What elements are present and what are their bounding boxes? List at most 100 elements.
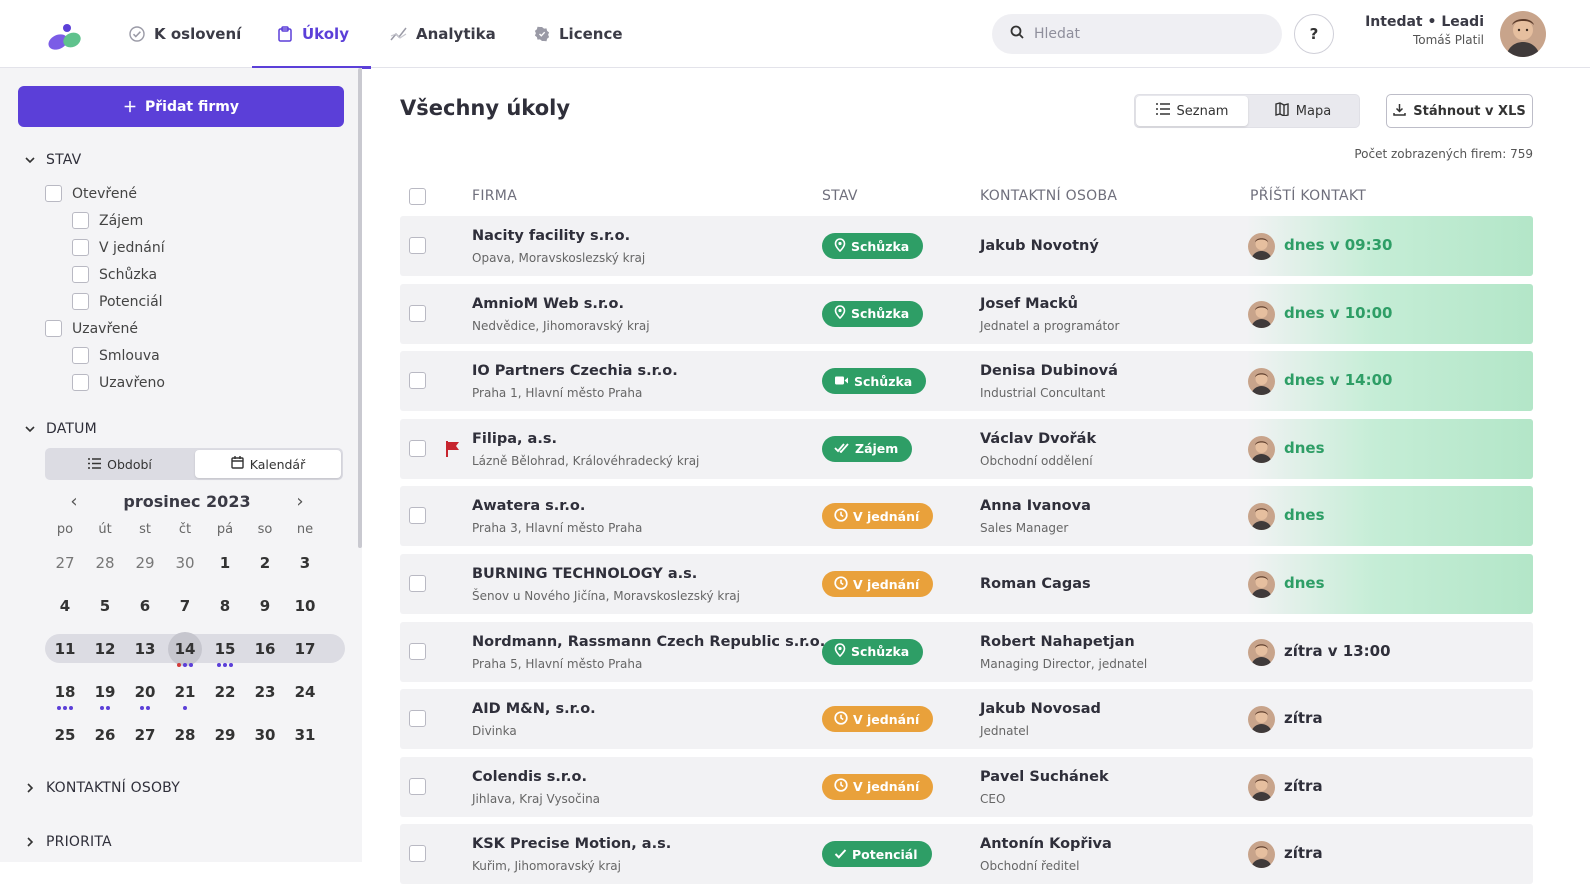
- calendar-day[interactable]: 3: [285, 554, 325, 572]
- search-box[interactable]: [992, 14, 1282, 54]
- row-checkbox[interactable]: [409, 507, 426, 525]
- avatar[interactable]: [1500, 11, 1546, 57]
- contact-name[interactable]: Jakub Novotný: [980, 238, 1099, 254]
- app-logo-icon[interactable]: [46, 22, 84, 50]
- search-input[interactable]: [1034, 26, 1264, 42]
- calendar-day[interactable]: 30: [165, 554, 205, 572]
- filter-uzavrene[interactable]: Uzavřené: [45, 320, 138, 337]
- help-button[interactable]: ?: [1294, 14, 1334, 54]
- calendar-day[interactable]: 29: [125, 554, 165, 572]
- firm-name[interactable]: Awatera s.r.o.: [472, 498, 585, 514]
- table-row[interactable]: KSK Precise Motion, a.s. Kuřim, Jihomorav…: [400, 824, 1533, 885]
- checkbox[interactable]: [45, 320, 62, 337]
- calendar-day[interactable]: 1: [205, 554, 245, 572]
- chevron-left-icon[interactable]: ‹: [64, 491, 84, 512]
- filter-v-jednani[interactable]: V jednání: [72, 239, 165, 256]
- sidebar-scrollbar[interactable]: [358, 68, 362, 548]
- view-map-button[interactable]: Mapa: [1248, 96, 1358, 126]
- checkbox[interactable]: [72, 347, 89, 364]
- firm-name[interactable]: Filipa, a.s.: [472, 431, 557, 447]
- filter-zajem[interactable]: Zájem: [72, 212, 143, 229]
- calendar-day[interactable]: 16: [245, 640, 285, 658]
- calendar-day[interactable]: 20: [125, 683, 165, 710]
- row-checkbox[interactable]: [409, 845, 426, 863]
- calendar-day[interactable]: 31: [285, 726, 325, 744]
- nav-k-osloveni[interactable]: K oslovení: [128, 0, 241, 68]
- checkbox[interactable]: [45, 185, 62, 202]
- row-checkbox[interactable]: [409, 439, 426, 457]
- checkbox[interactable]: [72, 374, 89, 391]
- firm-name[interactable]: IO Partners Czechia s.r.o.: [472, 363, 678, 379]
- calendar-day[interactable]: 7: [165, 597, 205, 615]
- firm-name[interactable]: Colendis s.r.o.: [472, 769, 587, 785]
- nav-ukoly[interactable]: Úkoly: [252, 0, 371, 69]
- calendar-day[interactable]: 6: [125, 597, 165, 615]
- firm-name[interactable]: AmnioM Web s.r.o.: [472, 296, 624, 312]
- firm-name[interactable]: KSK Precise Motion, a.s.: [472, 836, 671, 852]
- firm-name[interactable]: BURNING TECHNOLOGY a.s.: [472, 566, 697, 582]
- calendar-day[interactable]: 19: [85, 683, 125, 710]
- period-tab[interactable]: Období: [47, 450, 193, 478]
- contact-name[interactable]: Antonín Kopřiva: [980, 836, 1112, 852]
- calendar-day[interactable]: 11: [45, 640, 85, 658]
- contact-name[interactable]: Anna Ivanova: [980, 498, 1091, 514]
- calendar-day[interactable]: 26: [85, 726, 125, 744]
- row-checkbox[interactable]: [409, 237, 426, 254]
- contact-name[interactable]: Robert Nahapetjan: [980, 634, 1135, 650]
- checkbox[interactable]: [72, 239, 89, 256]
- user-info[interactable]: Intedat • Leadi Tomáš Platil: [1365, 14, 1484, 47]
- checkbox[interactable]: [72, 293, 89, 310]
- checkbox[interactable]: [72, 212, 89, 229]
- table-row[interactable]: Nordmann, Rassmann Czech Republic s.r.o.…: [400, 621, 1533, 682]
- calendar-day[interactable]: 21: [165, 683, 205, 710]
- calendar-day[interactable]: 27: [125, 726, 165, 744]
- table-row[interactable]: AmnioM Web s.r.o. Nedvědice, Jihomoravský…: [400, 283, 1533, 344]
- select-all-checkbox[interactable]: [409, 188, 426, 205]
- table-row[interactable]: Colendis s.r.o. Jihlava, Kraj Vysočina V j…: [400, 756, 1533, 817]
- row-checkbox[interactable]: [409, 642, 426, 660]
- calendar-day[interactable]: 14: [165, 631, 205, 667]
- calendar-day[interactable]: 25: [45, 726, 85, 744]
- calendar-day[interactable]: 4: [45, 597, 85, 615]
- filter-schuzka[interactable]: Schůzka: [72, 266, 157, 283]
- flag-icon[interactable]: [445, 440, 461, 458]
- contact-name[interactable]: Josef Macků: [980, 296, 1078, 312]
- table-row[interactable]: AID M&N, s.r.o. Divinka V jednání Jakub Nov…: [400, 689, 1533, 750]
- contact-name[interactable]: Jakub Novosad: [980, 701, 1101, 717]
- filter-otevrene[interactable]: Otevřené: [45, 185, 137, 202]
- checkbox[interactable]: [72, 266, 89, 283]
- calendar-day[interactable]: 23: [245, 683, 285, 701]
- row-checkbox[interactable]: [409, 372, 426, 390]
- column-header-kontakt[interactable]: KONTAKTNÍ OSOBA: [980, 188, 1117, 204]
- calendar-day[interactable]: 17: [285, 640, 325, 658]
- section-stav[interactable]: STAV: [24, 152, 81, 168]
- row-checkbox[interactable]: [409, 710, 426, 728]
- calendar-tab[interactable]: Kalendář: [195, 450, 341, 478]
- firm-name[interactable]: AID M&N, s.r.o.: [472, 701, 596, 717]
- row-checkbox[interactable]: [409, 304, 426, 322]
- calendar-day[interactable]: 9: [245, 597, 285, 615]
- calendar-day[interactable]: 18: [45, 683, 85, 710]
- section-priorita[interactable]: PRIORITA: [24, 834, 112, 850]
- column-header-stav[interactable]: STAV: [822, 188, 858, 204]
- firm-name[interactable]: Nordmann, Rassmann Czech Republic s.r.o.: [472, 634, 825, 650]
- filter-potencial[interactable]: Potenciál: [72, 293, 163, 310]
- column-header-firma[interactable]: FIRMA: [472, 188, 517, 204]
- section-kontaktni-osoby[interactable]: KONTAKTNÍ OSOBY: [24, 780, 180, 796]
- table-row[interactable]: IO Partners Czechia s.r.o. Praha 1, Hlavn…: [400, 351, 1533, 412]
- row-checkbox[interactable]: [409, 575, 426, 592]
- filter-smlouva[interactable]: Smlouva: [72, 347, 160, 364]
- calendar-day[interactable]: 5: [85, 597, 125, 615]
- calendar-day[interactable]: 30: [245, 726, 285, 744]
- table-row[interactable]: BURNING TECHNOLOGY a.s. Šenov u Nového Ji…: [400, 554, 1533, 614]
- calendar-day[interactable]: 28: [165, 726, 205, 744]
- calendar-day[interactable]: 29: [205, 726, 245, 744]
- table-row[interactable]: Filipa, a.s. Lázně Bělohrad, Královéhrade…: [400, 418, 1533, 479]
- chevron-right-icon[interactable]: ›: [290, 491, 310, 512]
- calendar-day[interactable]: 2: [245, 554, 285, 572]
- calendar-day[interactable]: 28: [85, 554, 125, 572]
- section-datum[interactable]: DATUM: [24, 421, 97, 437]
- firm-name[interactable]: Nacity facility s.r.o.: [472, 228, 630, 244]
- calendar-day[interactable]: 13: [125, 640, 165, 658]
- view-list-button[interactable]: Seznam: [1136, 96, 1248, 126]
